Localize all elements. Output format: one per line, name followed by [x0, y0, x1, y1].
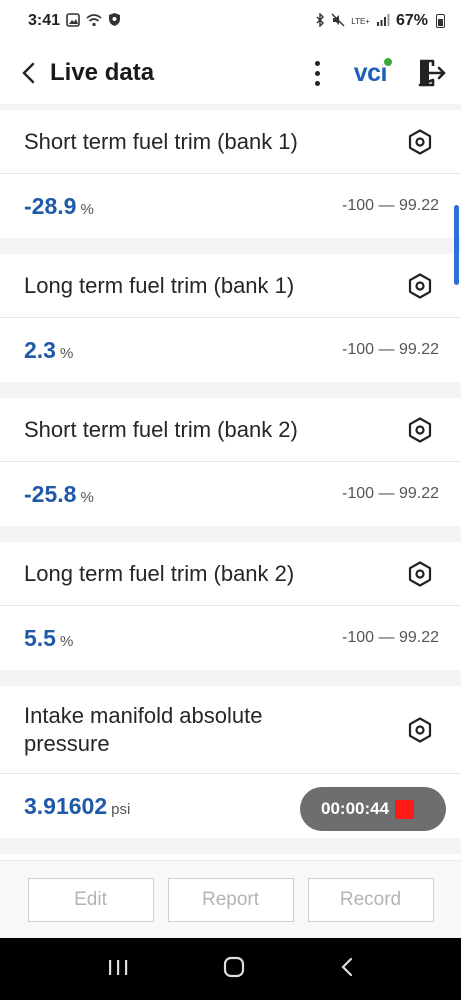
item-range: -100 — 99.22 — [342, 197, 439, 214]
item-value-wrap: -25.8% — [24, 481, 94, 508]
status-time: 3:41 — [28, 12, 61, 29]
item-body: -28.9% -100 — 99.22 — [0, 174, 461, 238]
exit-icon[interactable] — [417, 58, 447, 88]
item-unit: psi — [111, 800, 131, 818]
report-button[interactable]: Report — [167, 877, 294, 922]
scrollbar-thumb[interactable] — [454, 205, 459, 285]
list-item[interactable]: Long term fuel trim (bank 1) 2.3% -100 —… — [0, 254, 461, 382]
item-value-wrap: 2.3% — [24, 337, 73, 364]
mute-icon — [331, 13, 345, 30]
recent-apps-icon[interactable] — [107, 957, 129, 982]
recording-timer-pill[interactable]: 00:00:44 — [300, 787, 446, 831]
item-header: Short term fuel trim (bank 2) — [0, 398, 461, 462]
item-unit: % — [80, 200, 94, 218]
item-body: 5.5% -100 — 99.22 — [0, 606, 461, 670]
item-range: -100 — 99.22 — [342, 485, 439, 502]
system-nav-bar — [0, 938, 461, 1000]
app-bar: Live data vci — [0, 42, 461, 104]
record-button[interactable]: Record — [307, 877, 434, 922]
list-item[interactable]: Short term fuel trim (bank 2) -25.8% -10… — [0, 398, 461, 526]
settings-hexagon-icon[interactable] — [407, 272, 433, 299]
item-range: -100 — 99.22 — [342, 341, 439, 358]
item-name: Intake manifold absolute pressure — [24, 702, 263, 756]
item-value: 2.3 — [24, 336, 56, 363]
signal-icon — [376, 13, 390, 29]
item-name: Short term fuel trim (bank 1) — [24, 128, 298, 154]
item-unit: % — [80, 488, 94, 506]
live-data-list[interactable]: Short term fuel trim (bank 1) -28.9% -10… — [0, 104, 461, 860]
item-value: 5.5 — [24, 624, 56, 651]
recording-timer: 00:00:44 — [321, 799, 390, 818]
wifi-icon — [86, 13, 102, 30]
gallery-icon — [66, 12, 80, 30]
item-value: -28.9 — [24, 192, 77, 219]
record-stop-icon[interactable] — [395, 799, 415, 819]
settings-hexagon-icon[interactable] — [407, 416, 433, 443]
chevron-left-icon[interactable] — [16, 61, 40, 85]
item-range: -100 — 99.22 — [342, 629, 439, 646]
list-item[interactable]: Short term fuel trim (bank 1) -28.9% -10… — [0, 110, 461, 238]
item-unit: % — [59, 344, 74, 362]
action-bar: Edit Report Record — [0, 860, 461, 938]
list-item[interactable]: Long term fuel trim (bank 2) 5.5% -100 —… — [0, 542, 461, 670]
item-value: 3.91602 — [24, 792, 108, 819]
item-name: Long term fuel trim (bank 2) — [24, 560, 295, 586]
home-icon[interactable] — [223, 956, 245, 983]
item-name: Short term fuel trim (bank 2) — [24, 416, 298, 442]
item-value-wrap: 3.91602 psi — [24, 793, 130, 820]
item-unit: % — [59, 632, 74, 650]
item-header: Short term fuel trim (bank 1) — [0, 110, 461, 174]
battery-icon — [436, 14, 445, 28]
item-body: -25.8% -100 — 99.22 — [0, 462, 461, 526]
item-header: Intake manifold absolute pressure — [0, 686, 461, 774]
item-name: Long term fuel trim (bank 1) — [24, 272, 295, 298]
settings-hexagon-icon[interactable] — [407, 128, 433, 155]
kebab-icon[interactable] — [312, 60, 324, 86]
vci-status-icon[interactable]: vci — [354, 55, 394, 88]
item-value: -25.8 — [24, 480, 77, 507]
settings-hexagon-icon[interactable] — [407, 560, 433, 587]
item-header: Long term fuel trim (bank 1) — [0, 254, 461, 318]
network-type-label: LTE+ — [351, 16, 370, 26]
battery-percent: 67% — [395, 12, 428, 29]
item-value-wrap: 5.5% — [24, 625, 73, 652]
vci-connected-dot — [382, 55, 394, 68]
item-header: Long term fuel trim (bank 2) — [0, 542, 461, 606]
bluetooth-icon — [315, 11, 325, 30]
settings-hexagon-icon[interactable] — [407, 716, 433, 743]
edit-button[interactable]: Edit — [27, 877, 154, 922]
back-nav-icon[interactable] — [340, 956, 354, 983]
status-bar: 3:41 LTE+ 67% — [0, 0, 461, 42]
page-title: Live data — [50, 59, 155, 86]
shield-icon — [108, 12, 121, 30]
item-body: 2.3% -100 — 99.22 — [0, 318, 461, 382]
item-value-wrap: -28.9% — [24, 193, 94, 220]
